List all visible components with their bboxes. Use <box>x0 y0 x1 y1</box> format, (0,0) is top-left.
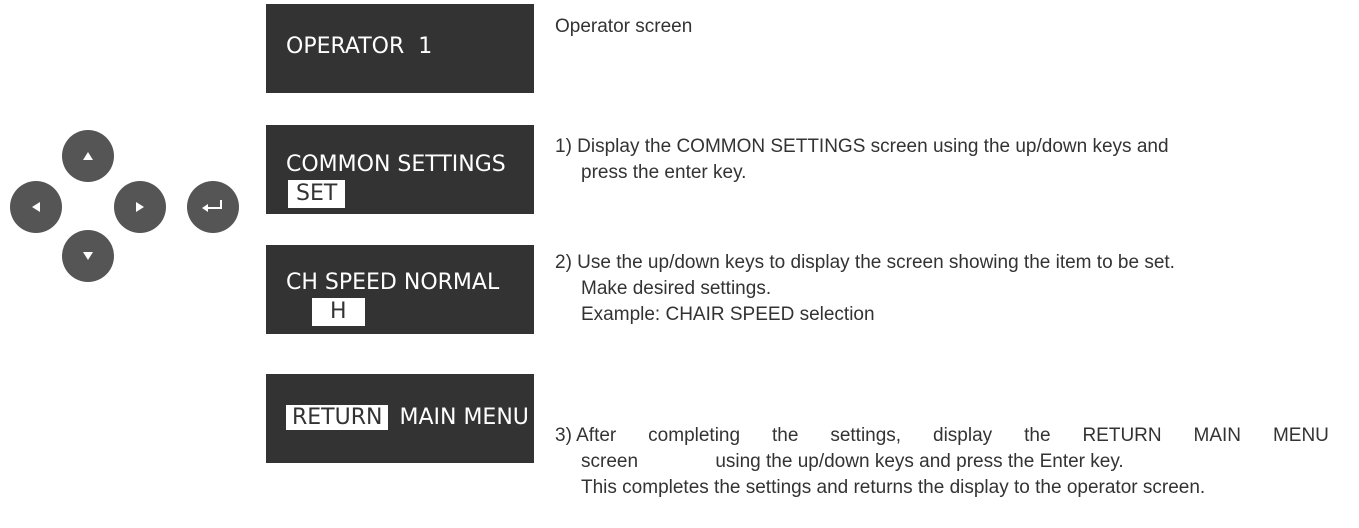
desc-step2: 2) Use the up/down keys to display the s… <box>555 250 1175 328</box>
lcd-line2-highlight: SET <box>288 180 346 208</box>
left-arrow-icon <box>32 202 40 212</box>
desc-step3-word: display <box>933 425 993 446</box>
desc-step3-line1: 3) After completing the settings, displa… <box>555 423 1329 449</box>
down-key-button[interactable] <box>62 230 114 282</box>
desc-step3-word: MENU <box>1272 425 1329 446</box>
desc-step3-line2: screen using the up/down keys and press … <box>555 449 1329 475</box>
lcd-operator-screen: OPERATOR 1 <box>266 4 534 93</box>
desc-step3-word: the <box>1024 425 1051 446</box>
desc-step3-word: the <box>771 425 799 446</box>
right-arrow-icon <box>136 202 144 212</box>
desc-step1-line1: 1) Display the COMMON SETTINGS screen us… <box>555 136 1169 157</box>
up-arrow-icon <box>83 152 93 160</box>
desc-step3: 3) After completing the settings, displa… <box>555 423 1329 501</box>
right-key-button[interactable] <box>114 181 166 233</box>
desc-step2-line2: Make desired settings. <box>581 278 772 299</box>
lcd-line2-highlight: H <box>312 298 365 326</box>
down-arrow-icon <box>83 252 93 260</box>
desc-step3-line2a: screen <box>581 451 639 472</box>
lcd-return-main-menu-screen: RETURN MAIN MENU <box>266 374 534 463</box>
desc-step3-word: completing <box>648 425 741 446</box>
desc-step3-word: settings, <box>830 425 902 446</box>
desc-step3-word: RETURN <box>1082 425 1162 446</box>
desc-step1: 1) Display the COMMON SETTINGS screen us… <box>555 134 1169 186</box>
lcd-return-highlight: RETURN <box>286 405 389 430</box>
desc-operator: Operator screen <box>555 16 693 37</box>
left-key-button[interactable] <box>10 181 62 233</box>
lcd-line1: COMMON SETTINGS <box>286 152 506 177</box>
desc-step3-line3: This completes the settings and returns … <box>581 477 1206 498</box>
desc-step3-word: MAIN <box>1193 425 1242 446</box>
desc-step2-line3: Example: CHAIR SPEED selection <box>581 304 875 325</box>
up-key-button[interactable] <box>62 130 114 182</box>
enter-key-button[interactable] <box>187 181 239 233</box>
desc-step3-word: 3) After <box>555 425 617 446</box>
lcd-line1: CH SPEED NORMAL <box>286 270 500 295</box>
desc-step3-line2b: using the up/down keys and press the Ent… <box>715 451 1124 472</box>
lcd-common-settings-screen: COMMON SETTINGS SET <box>266 125 534 214</box>
enter-icon <box>202 200 222 212</box>
lcd-line1: RETURN MAIN MENU <box>286 404 529 432</box>
lcd-chair-speed-screen: CH SPEED NORMAL H <box>266 245 534 334</box>
desc-step2-line1: 2) Use the up/down keys to display the s… <box>555 252 1175 273</box>
lcd-line1: OPERATOR 1 <box>286 34 433 59</box>
desc-step1-line2: press the enter key. <box>581 162 747 183</box>
lcd-main-menu-text: MAIN MENU <box>399 405 529 430</box>
